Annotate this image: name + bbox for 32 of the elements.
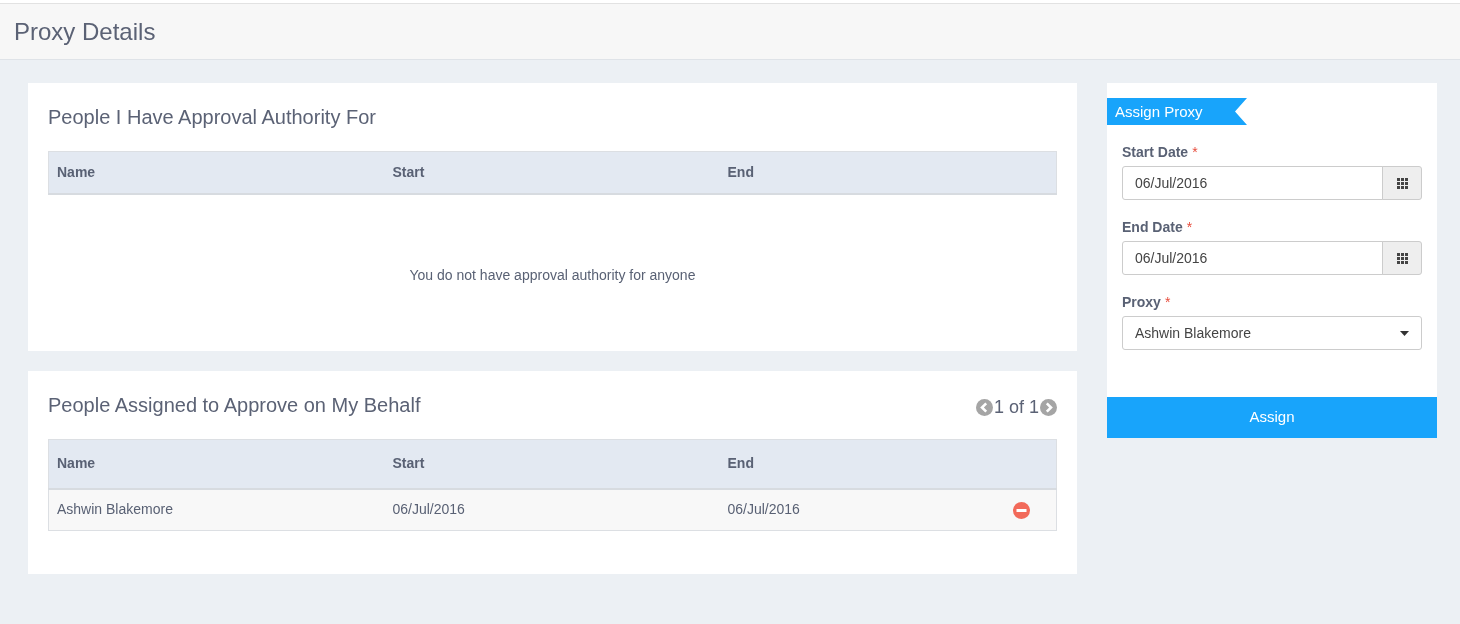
date-field[interactable]: 06/Jul/2016 — [1122, 241, 1383, 275]
column-header: Name — [48, 439, 385, 489]
previous-page-icon[interactable] — [975, 399, 993, 416]
column-header: End — [719, 439, 976, 489]
table-cell: 06/Jul/2016 — [384, 488, 720, 531]
section-ribbon: Assign Proxy — [1107, 98, 1247, 125]
column-header: End — [719, 151, 976, 194]
panel-title: People I Have Approval Authority For — [48, 105, 377, 129]
required-mark: * — [1192, 144, 1198, 160]
calendar-button[interactable] — [1382, 166, 1422, 200]
column-header: Start — [384, 151, 720, 194]
panel-title: People Assigned to Approve on My Behalf — [48, 393, 421, 417]
grid-icon — [1396, 252, 1408, 264]
required-mark: * — [1164, 294, 1171, 310]
column-header: Start — [384, 439, 720, 489]
table-cell: Ashwin Blakemore — [48, 488, 385, 531]
next-page-icon[interactable] — [1040, 399, 1057, 416]
field-label: Start Date — [1122, 144, 1189, 160]
remove-icon[interactable] — [1013, 502, 1030, 520]
grid-icon — [1396, 177, 1408, 189]
column-header: Name — [48, 151, 385, 194]
table-cell: 06/Jul/2016 — [719, 488, 976, 531]
proxy-dropdown[interactable]: Ashwin Blakemore — [1122, 316, 1422, 350]
page-indicator: 1 of 1 — [993, 396, 1039, 419]
required-mark: * — [1186, 219, 1193, 235]
field-label: End Date — [1122, 219, 1183, 235]
field-label: Proxy — [1122, 294, 1161, 310]
date-field[interactable]: 06/Jul/2016 — [1122, 166, 1383, 200]
calendar-button[interactable] — [1382, 241, 1422, 275]
page-title: Proxy Details — [14, 19, 156, 44]
empty-message: You do not have approval authority for anyone — [408, 265, 697, 285]
caret-icon — [1400, 330, 1409, 336]
